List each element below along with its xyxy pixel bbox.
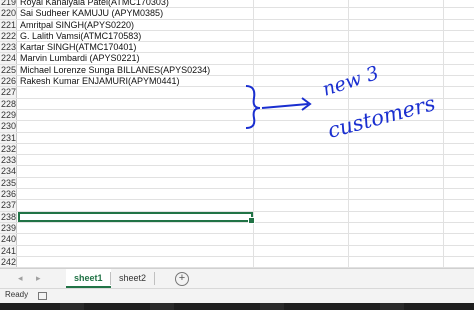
row-number[interactable]: 234 <box>0 166 17 177</box>
next-sheet-icon[interactable]: ▸ <box>36 273 41 284</box>
row-number[interactable]: 237 <box>0 200 17 211</box>
cell-a[interactable]: Marvin Lumbardi (APYS0221) <box>18 53 140 63</box>
table-row: 235 <box>0 177 474 190</box>
cell-a[interactable] <box>18 189 20 199</box>
cell-a[interactable] <box>18 99 20 109</box>
cell-a[interactable]: Michael Lorenze Sunga BILLANES(APYS0234) <box>18 65 210 75</box>
table-row: 234 <box>0 166 474 178</box>
table-row: 221 Amritpal SINGH(APYS0220) <box>0 19 474 31</box>
row-number[interactable]: 239 <box>0 222 17 234</box>
cell-a[interactable]: Amritpal SINGH(APYS0220) <box>18 20 134 30</box>
cell-a[interactable] <box>18 200 20 210</box>
table-row: 240 <box>0 234 474 246</box>
arrow-icon <box>261 103 309 109</box>
table-row: 241 <box>0 245 474 257</box>
sheet-tab-bar: ◂ ▸ sheet1 sheet2 + <box>0 268 474 289</box>
cell-a[interactable] <box>18 144 20 154</box>
row-number[interactable]: 221 <box>0 19 17 30</box>
row-number[interactable]: 229 <box>0 109 17 121</box>
cell-a[interactable] <box>18 166 20 176</box>
status-bar: Ready <box>0 288 474 304</box>
row-number[interactable]: 220 <box>0 8 17 19</box>
table-row: 220 Sai Sudheer KAMUJU (APYM0385) <box>0 8 474 20</box>
macro-record-icon[interactable] <box>38 292 47 300</box>
row-number[interactable]: 236 <box>0 189 17 200</box>
cell-a[interactable] <box>18 234 20 244</box>
row-number[interactable]: 231 <box>0 132 17 143</box>
table-row: 236 <box>0 189 474 201</box>
cell-a[interactable] <box>18 178 20 188</box>
cell-a[interactable] <box>18 155 20 165</box>
cell-a[interactable]: Royal Kanaiyala Patel(ATMC170303) <box>18 0 169 7</box>
row-number[interactable]: 238 <box>0 211 17 222</box>
cell-a[interactable]: Rakesh Kumar ENJAMURI(APYM0441) <box>18 76 180 86</box>
table-row: 223 Kartar SINGH(ATMC170401) <box>0 42 474 54</box>
row-number[interactable]: 224 <box>0 53 17 64</box>
annotation-text-new: new 3 <box>320 62 382 101</box>
cell-a[interactable] <box>18 87 20 97</box>
row-number[interactable]: 223 <box>0 42 17 53</box>
row-number[interactable]: 227 <box>0 87 17 98</box>
table-row: 237 <box>0 200 474 212</box>
cell-a[interactable] <box>18 246 20 256</box>
taskbar <box>0 303 474 310</box>
handwritten-annotation: new 3 customers <box>245 62 438 143</box>
cell-a[interactable] <box>18 223 20 233</box>
cell-a[interactable] <box>18 257 20 267</box>
tab-divider <box>154 272 155 285</box>
table-row: 239 <box>0 222 474 235</box>
table-row: 222 G. Lalith Vamsi(ATMC170583) <box>0 30 474 43</box>
table-row: 242 <box>0 256 474 269</box>
cell-a[interactable]: Sai Sudheer KAMUJU (APYM0385) <box>18 8 163 18</box>
table-row: 219 Royal Kanaiyala Patel(ATMC170303) <box>0 0 474 9</box>
row-number[interactable]: 235 <box>0 177 17 189</box>
row-number[interactable]: 241 <box>0 245 17 256</box>
status-text: Ready <box>5 290 29 299</box>
table-row: 238 <box>0 211 474 225</box>
row-number[interactable]: 240 <box>0 234 17 245</box>
row-number[interactable]: 228 <box>0 98 17 109</box>
taskbar-item[interactable] <box>380 303 404 310</box>
selected-cell[interactable] <box>18 211 255 225</box>
cell-a[interactable] <box>18 110 20 120</box>
curly-brace-icon <box>245 85 261 129</box>
cell-a[interactable]: G. Lalith Vamsi(ATMC170583) <box>18 31 141 41</box>
taskbar-item[interactable] <box>260 303 284 310</box>
row-number[interactable]: 222 <box>0 30 17 42</box>
row-number[interactable]: 225 <box>0 64 17 76</box>
cell-a[interactable]: Kartar SINGH(ATMC170401) <box>18 42 136 52</box>
previous-sheet-icon[interactable]: ◂ <box>18 273 23 284</box>
cell-a[interactable] <box>18 121 20 131</box>
row-number[interactable]: 233 <box>0 155 17 166</box>
row-number[interactable]: 242 <box>0 256 17 268</box>
taskbar-item[interactable] <box>60 303 84 310</box>
row-number[interactable]: 230 <box>0 121 17 132</box>
row-number[interactable]: 232 <box>0 143 17 155</box>
annotation-text-customers: customers <box>325 91 438 143</box>
tab-sheet2[interactable]: sheet2 <box>111 269 154 288</box>
row-number[interactable]: 226 <box>0 76 17 87</box>
cell-a[interactable] <box>18 133 20 143</box>
tab-sheet1[interactable]: sheet1 <box>66 269 111 288</box>
row-number[interactable]: 219 <box>0 0 17 8</box>
add-sheet-icon[interactable]: + <box>175 272 189 286</box>
taskbar-item[interactable] <box>150 303 174 310</box>
